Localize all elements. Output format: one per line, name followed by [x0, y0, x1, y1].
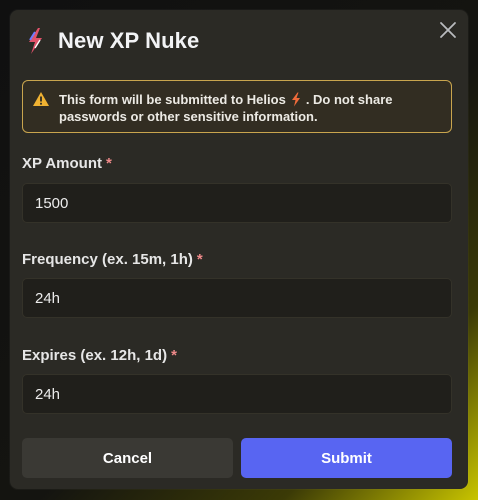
xp-amount-label: XP Amount * [22, 155, 112, 172]
modal-title: New XP Nuke [58, 28, 200, 53]
required-asterisk: * [171, 347, 177, 364]
required-asterisk: * [106, 155, 112, 172]
frequency-input[interactable] [22, 278, 452, 318]
warning-text-start: This form will be submitted to [59, 92, 247, 107]
close-icon[interactable] [438, 20, 458, 40]
xp-nuke-modal: New XP Nuke This form will be submitted … [10, 10, 468, 489]
cancel-button[interactable]: Cancel [22, 438, 233, 478]
submit-button[interactable]: Submit [241, 438, 452, 478]
xp-amount-input[interactable] [22, 183, 452, 223]
expires-input[interactable] [22, 374, 452, 414]
warning-banner: This form will be submitted to Helios . … [22, 80, 452, 133]
lightning-bolt-icon [291, 92, 300, 107]
modal-header: New XP Nuke [24, 26, 199, 56]
warning-app-name: Helios [246, 92, 286, 107]
xp-amount-label-text: XP Amount [22, 155, 103, 172]
warning-triangle-icon [33, 92, 49, 106]
frequency-label-text: Frequency (ex. 15m, 1h) [22, 251, 193, 268]
required-asterisk: * [196, 251, 203, 268]
expires-label: Expires (ex. 12h, 1d) * [22, 347, 177, 364]
expires-label-text: Expires (ex. 12h, 1d) [22, 347, 168, 364]
frequency-label: Frequency (ex. 15m, 1h) * [22, 251, 203, 268]
lightning-bolt-icon [29, 28, 42, 54]
